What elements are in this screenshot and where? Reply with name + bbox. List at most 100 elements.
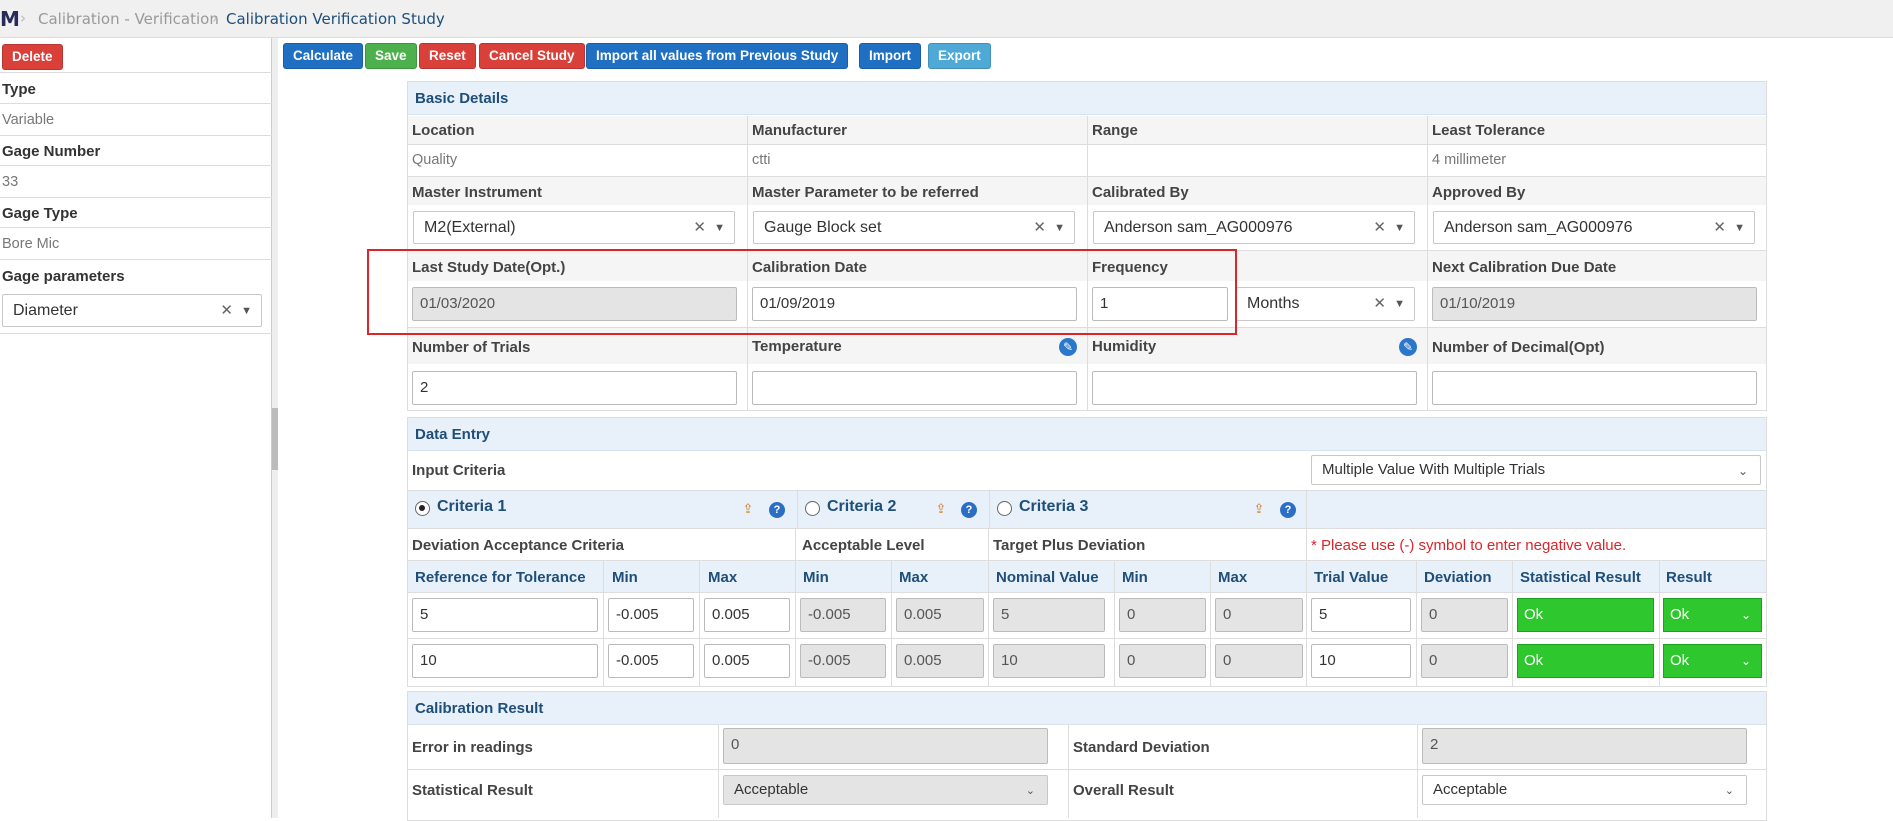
standard-deviation-input[interactable]: 2 — [1422, 728, 1747, 764]
help-icon[interactable]: ? — [1280, 502, 1296, 518]
divider — [603, 561, 604, 687]
clear-icon[interactable]: ✕ — [1373, 212, 1386, 243]
frequency-unit-select[interactable]: Months ✕ ▼ — [1236, 287, 1415, 321]
reference-input[interactable]: 10 — [412, 644, 598, 678]
accept-max-input[interactable]: 0.005 — [896, 598, 984, 632]
deviation-input[interactable]: 0 — [1421, 644, 1508, 678]
dev-min-input[interactable]: -0.005 — [608, 598, 694, 632]
import-previous-button[interactable]: Import all values from Previous Study — [586, 43, 849, 69]
divider — [1114, 561, 1115, 687]
trial-value-input[interactable]: 10 — [1311, 644, 1411, 678]
error-in-readings-input[interactable]: 0 — [723, 728, 1048, 764]
criteria-3-label[interactable]: Criteria 3 — [1019, 498, 1088, 516]
master-instrument-select[interactable]: M2(External) ✕ ▼ — [413, 211, 735, 244]
divider — [1427, 116, 1428, 411]
cancel-study-button[interactable]: Cancel Study — [479, 43, 585, 69]
divider — [408, 638, 1766, 639]
clear-icon[interactable]: ✕ — [1373, 288, 1386, 319]
least-tolerance-label: Least Tolerance — [1432, 122, 1546, 139]
overall-result-select[interactable]: Acceptable ⌄ — [1422, 775, 1747, 805]
pencil-icon[interactable]: ✎ — [1399, 338, 1417, 356]
result-select[interactable]: Ok ⌄ — [1663, 644, 1762, 678]
temperature-input[interactable] — [752, 371, 1077, 405]
nominal-input[interactable]: 5 — [993, 598, 1105, 632]
criteria-2-label[interactable]: Criteria 2 — [827, 498, 896, 516]
chevron-down-icon[interactable]: ⌄ — [1738, 457, 1748, 485]
save-button[interactable]: Save — [365, 43, 417, 69]
accept-min-input[interactable]: -0.005 — [800, 598, 886, 632]
target-min-input[interactable]: 0 — [1119, 598, 1206, 632]
overall-result-value: Acceptable — [1433, 781, 1508, 798]
help-icon[interactable]: ? — [961, 502, 977, 518]
clear-icon[interactable]: ✕ — [1713, 212, 1726, 243]
decimal-input[interactable] — [1432, 371, 1757, 405]
statistical-result-cell: Ok — [1517, 644, 1654, 678]
deviation-input[interactable]: 0 — [1421, 598, 1508, 632]
calibrated-by-value: Anderson sam_AG000976 — [1104, 219, 1293, 236]
clear-icon[interactable]: ✕ — [1033, 212, 1046, 243]
chevron-down-icon[interactable]: ⌄ — [1026, 777, 1035, 805]
input-criteria-select[interactable]: Multiple Value With Multiple Trials ⌄ — [1311, 455, 1761, 485]
calibrated-by-select[interactable]: Anderson sam_AG000976 ✕ ▼ — [1093, 211, 1415, 244]
least-tolerance-value: 4 millimeter — [1432, 152, 1507, 168]
humidity-input[interactable] — [1092, 371, 1417, 405]
result-select[interactable]: Ok ⌄ — [1663, 598, 1762, 632]
delete-button[interactable]: Delete — [2, 44, 63, 70]
criteria-3-radio[interactable] — [997, 501, 1012, 516]
reference-input[interactable]: 5 — [412, 598, 598, 632]
export-button[interactable]: Export — [928, 43, 991, 69]
statistical-result-label: Statistical Result — [412, 782, 533, 799]
chevron-down-icon[interactable]: ⌄ — [1741, 645, 1751, 677]
chevron-down-icon[interactable]: ▼ — [714, 213, 725, 244]
upload-icon[interactable]: ⇪ — [740, 502, 756, 518]
upload-icon[interactable]: ⇪ — [1251, 502, 1267, 518]
accept-min-input[interactable]: -0.005 — [800, 644, 886, 678]
next-due-date-input[interactable]: 01/10/2019 — [1432, 287, 1757, 321]
frequency-unit-value: Months — [1247, 295, 1300, 312]
number-of-trials-input[interactable]: 2 — [412, 371, 737, 405]
nominal-input[interactable]: 10 — [993, 644, 1105, 678]
accept-max-input[interactable]: 0.005 — [896, 644, 984, 678]
chevron-down-icon[interactable]: ▼ — [1734, 213, 1745, 244]
clear-icon[interactable]: ✕ — [220, 295, 233, 326]
master-parameter-select[interactable]: Gauge Block set ✕ ▼ — [753, 211, 1075, 244]
statistical-result-select[interactable]: Acceptable ⌄ — [723, 775, 1048, 805]
help-icon[interactable]: ? — [769, 502, 785, 518]
reset-button[interactable]: Reset — [419, 43, 476, 69]
upload-icon[interactable]: ⇪ — [933, 502, 949, 518]
trial-value-input[interactable]: 5 — [1311, 598, 1411, 632]
manufacturer-label: Manufacturer — [752, 122, 848, 139]
divider — [797, 491, 798, 528]
chevron-down-icon[interactable]: ⌄ — [1741, 599, 1751, 631]
splitter-grip[interactable] — [272, 408, 278, 470]
chevron-down-icon[interactable]: ⌄ — [1725, 777, 1734, 805]
statistical-result-cell: Ok — [1517, 598, 1654, 632]
chevron-down-icon[interactable]: ▼ — [1394, 213, 1405, 244]
chevron-down-icon[interactable]: ▼ — [241, 296, 252, 327]
dev-max-input[interactable]: 0.005 — [704, 598, 790, 632]
gage-parameters-select[interactable]: Diameter ✕ ▼ — [2, 294, 262, 327]
statistical-result-select-value: Acceptable — [734, 781, 809, 798]
chevron-down-icon[interactable]: ▼ — [1054, 213, 1065, 244]
divider — [795, 528, 796, 687]
criteria-1-radio[interactable] — [415, 501, 430, 516]
dev-min-input[interactable]: -0.005 — [608, 644, 694, 678]
target-max-input[interactable]: 0 — [1215, 598, 1303, 632]
pencil-icon[interactable]: ✎ — [1059, 338, 1077, 356]
approved-by-select[interactable]: Anderson sam_AG000976 ✕ ▼ — [1433, 211, 1755, 244]
breadcrumb-parent[interactable]: Calibration - Verification — [38, 10, 219, 28]
dev-max-input[interactable]: 0.005 — [704, 644, 790, 678]
target-min-input[interactable]: 0 — [1119, 644, 1206, 678]
panel-splitter[interactable] — [272, 38, 278, 818]
overall-result-label: Overall Result — [1073, 782, 1174, 799]
calculate-button[interactable]: Calculate — [283, 43, 364, 69]
result-value: Ok — [1670, 606, 1690, 623]
clear-icon[interactable]: ✕ — [693, 212, 706, 243]
app-logo[interactable]: M — [0, 7, 20, 31]
chevron-down-icon[interactable]: ▼ — [1394, 289, 1405, 320]
criteria-1-label[interactable]: Criteria 1 — [437, 498, 506, 516]
target-max-input[interactable]: 0 — [1215, 644, 1303, 678]
import-button[interactable]: Import — [859, 43, 921, 69]
calibrated-by-label: Calibrated By — [1092, 184, 1189, 201]
criteria-2-radio[interactable] — [805, 501, 820, 516]
